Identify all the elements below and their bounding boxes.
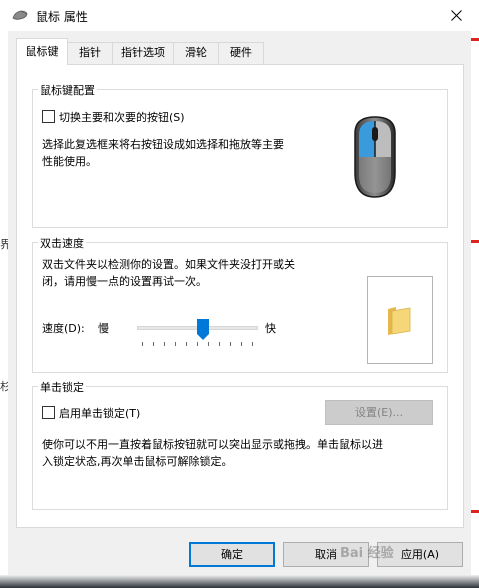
click-lock-label[interactable]: 启用单击锁定(T) — [59, 405, 140, 421]
background-right-edge — [471, 31, 479, 588]
slow-label: 慢 — [98, 322, 109, 335]
mouse-icon — [12, 9, 28, 21]
ok-button[interactable]: 确定 — [189, 542, 275, 567]
fast-label: 快 — [265, 322, 276, 335]
click-lock-checkbox[interactable] — [42, 406, 55, 419]
background-left-edge — [0, 31, 8, 588]
tab-pointer-options[interactable]: 指针选项 — [112, 42, 174, 64]
tab-wheel[interactable]: 滑轮 — [173, 42, 219, 64]
click-lock-desc-2: 入锁定状态,再次单击鼠标可解除锁定。 — [42, 455, 233, 468]
click-lock-title: 单击锁定 — [38, 379, 86, 395]
slider-tick — [142, 342, 143, 346]
speed-slider-thumb[interactable] — [197, 319, 209, 340]
switch-buttons-checkbox[interactable] — [42, 110, 55, 123]
tab-hardware[interactable]: 硬件 — [218, 42, 264, 64]
slider-tick — [219, 342, 220, 346]
slider-tick — [164, 342, 165, 346]
slider-tick — [230, 342, 231, 346]
background-red-mark — [471, 510, 479, 513]
double-click-title: 双击速度 — [38, 235, 86, 251]
background-red-mark — [471, 38, 479, 41]
folder-icon[interactable] — [386, 305, 412, 338]
speed-label: 速度(D): — [42, 322, 85, 335]
button-config-desc-1: 选择此复选框来将右按钮设成如选择和拖放等主要 — [42, 138, 284, 151]
close-button[interactable] — [433, 0, 479, 31]
close-icon — [451, 10, 462, 21]
slider-tick — [175, 342, 176, 346]
title-bar[interactable]: 鼠标 属性 — [0, 0, 479, 31]
switch-buttons-label[interactable]: 切换主要和次要的按钮(S) — [59, 109, 185, 125]
tab-pointers[interactable]: 指针 — [67, 42, 113, 64]
background-bottom-edge — [0, 575, 479, 588]
slider-tick — [186, 342, 187, 346]
click-lock-settings-button[interactable]: 设置(E)... — [325, 400, 433, 425]
double-click-desc-2: 闭，请用慢一点的设置再试一次。 — [42, 275, 207, 288]
button-config-desc-2: 性能使用。 — [42, 155, 97, 168]
click-lock-desc-1: 使你可以不用一直按着鼠标按钮就可以突出显示或拖拽。单击鼠标以进 — [42, 438, 383, 451]
window-title: 鼠标 属性 — [36, 10, 88, 24]
slider-tick — [208, 342, 209, 346]
watermark: Bai 经验 — [340, 546, 394, 561]
double-click-desc-1: 双击文件夹以检测你的设置。如果文件夹没打开或关 — [42, 258, 295, 271]
slider-tick — [241, 342, 242, 346]
slider-tick — [252, 342, 253, 346]
button-config-title: 鼠标键配置 — [38, 82, 97, 98]
mouse-illustration-icon — [349, 113, 401, 204]
slider-tick — [153, 342, 154, 346]
tab-buttons[interactable]: 鼠标键 — [16, 38, 68, 65]
slider-tick — [197, 342, 198, 346]
background-red-mark — [471, 240, 479, 243]
